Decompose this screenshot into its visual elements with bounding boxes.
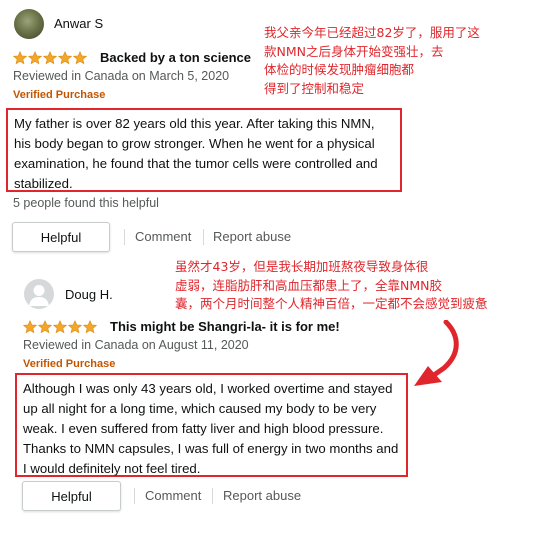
comment-link[interactable]: Comment bbox=[145, 488, 201, 503]
reviewer-avatar[interactable] bbox=[14, 9, 44, 39]
chinese-annotation: 虽然才43岁，但是我长期加班熬夜导致身体很 虚弱，连脂肪肝和高血压都患上了，全靠N… bbox=[175, 259, 488, 312]
star-rating[interactable] bbox=[13, 51, 87, 65]
comment-link[interactable]: Comment bbox=[135, 229, 191, 244]
chinese-annotation: 我父亲今年已经超过82岁了，服用了这 款NMN之后身体开始变强壮，去 体检的时候发现… bbox=[264, 25, 480, 96]
star-icon bbox=[38, 320, 52, 334]
review-date: Reviewed in Canada on August 11, 2020 bbox=[23, 338, 249, 352]
helpful-button[interactable]: Helpful bbox=[22, 481, 121, 511]
star-icon bbox=[13, 51, 27, 65]
star-rating[interactable] bbox=[23, 320, 97, 334]
star-icon bbox=[23, 320, 37, 334]
review-body: My father is over 82 years old this year… bbox=[6, 108, 402, 192]
star-icon bbox=[53, 320, 67, 334]
action-divider bbox=[203, 229, 204, 245]
review-date: Reviewed in Canada on March 5, 2020 bbox=[13, 69, 230, 83]
report-abuse-link[interactable]: Report abuse bbox=[213, 229, 291, 244]
action-divider bbox=[134, 488, 135, 504]
action-divider bbox=[124, 229, 125, 245]
star-icon bbox=[83, 320, 97, 334]
star-icon bbox=[28, 51, 42, 65]
default-avatar-icon[interactable] bbox=[24, 279, 54, 309]
star-icon bbox=[73, 51, 87, 65]
star-icon bbox=[58, 51, 72, 65]
reviewer-name[interactable]: Anwar S bbox=[54, 16, 103, 31]
verified-purchase-badge: Verified Purchase bbox=[13, 89, 106, 101]
review-text: My father is over 82 years old this year… bbox=[14, 116, 378, 191]
review-title[interactable]: Backed by a ton science bbox=[100, 50, 251, 65]
review-body: Although I was only 43 years old, I work… bbox=[15, 373, 408, 477]
red-arrow-icon bbox=[414, 320, 459, 386]
review-text: Although I was only 43 years old, I work… bbox=[23, 381, 399, 476]
reviewer-name[interactable]: Doug H. bbox=[65, 287, 113, 302]
review-page: Anwar S Backed by a ton science Reviewed… bbox=[0, 0, 554, 554]
star-icon bbox=[68, 320, 82, 334]
verified-purchase-badge: Verified Purchase bbox=[23, 358, 116, 370]
action-divider bbox=[212, 488, 213, 504]
helpful-count: 5 people found this helpful bbox=[13, 196, 159, 210]
review-title[interactable]: This might be Shangri-la- it is for me! bbox=[110, 319, 340, 334]
report-abuse-link[interactable]: Report abuse bbox=[223, 488, 301, 503]
helpful-button[interactable]: Helpful bbox=[12, 222, 110, 252]
star-icon bbox=[43, 51, 57, 65]
